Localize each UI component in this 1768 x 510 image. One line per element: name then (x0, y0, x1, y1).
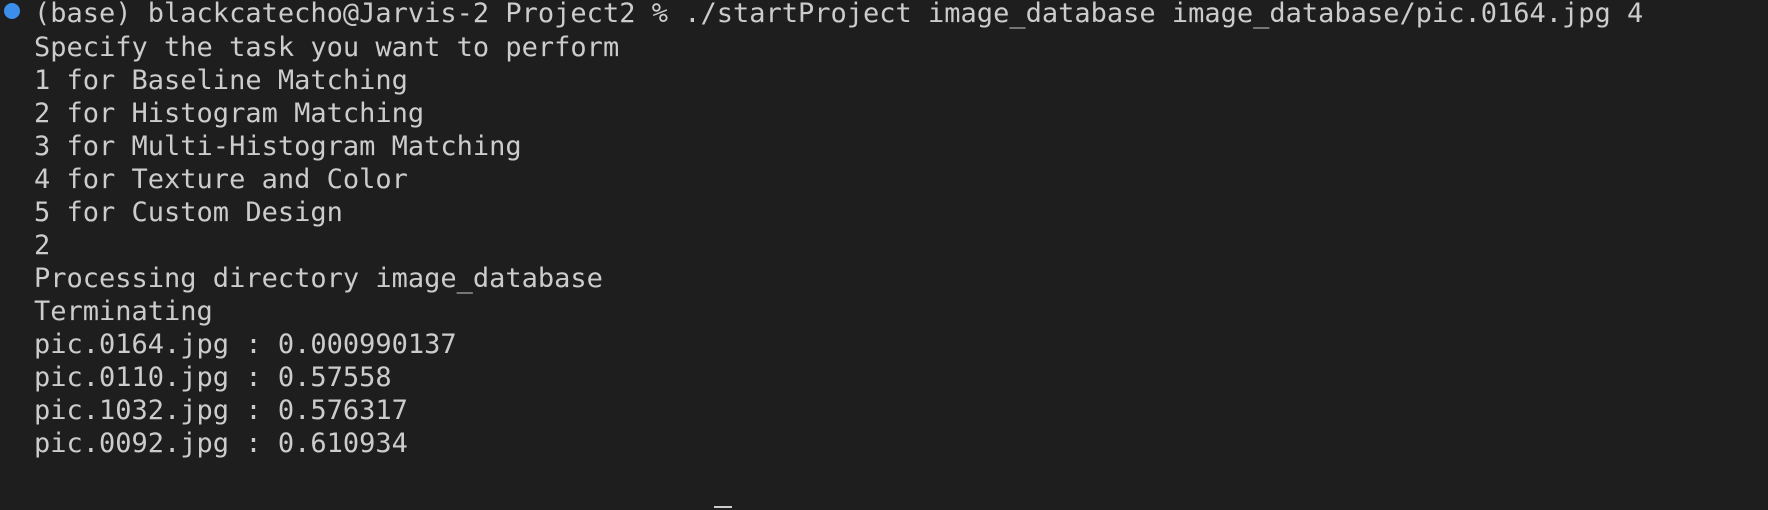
output-line: Processing directory image_database (34, 263, 603, 294)
output-line: 2 for Histogram Matching (34, 98, 425, 129)
output-line: 3 for Multi-Histogram Matching (34, 131, 522, 162)
output-line: 1 for Baseline Matching (34, 65, 408, 96)
output-line: Terminating (34, 296, 213, 327)
terminal-output[interactable]: (base) blackcatecho@Jarvis-2 Project2 % … (0, 0, 1768, 510)
user-input-line: 2 (34, 230, 51, 261)
command-prompt-line: (base) blackcatecho@Jarvis-2 Project2 % … (34, 0, 1644, 29)
output-line: 5 for Custom Design (34, 197, 343, 228)
output-line: Specify the task you want to perform (34, 32, 620, 63)
result-line: pic.0110.jpg : 0.57558 (34, 362, 392, 393)
command-status-dot-icon (4, 3, 20, 19)
result-line: pic.0092.jpg : 0.610934 (34, 428, 408, 459)
output-line: 4 for Texture and Color (34, 164, 408, 195)
text-cursor (714, 506, 732, 508)
result-line: pic.1032.jpg : 0.576317 (34, 395, 408, 426)
result-line: pic.0164.jpg : 0.000990137 (34, 329, 457, 360)
